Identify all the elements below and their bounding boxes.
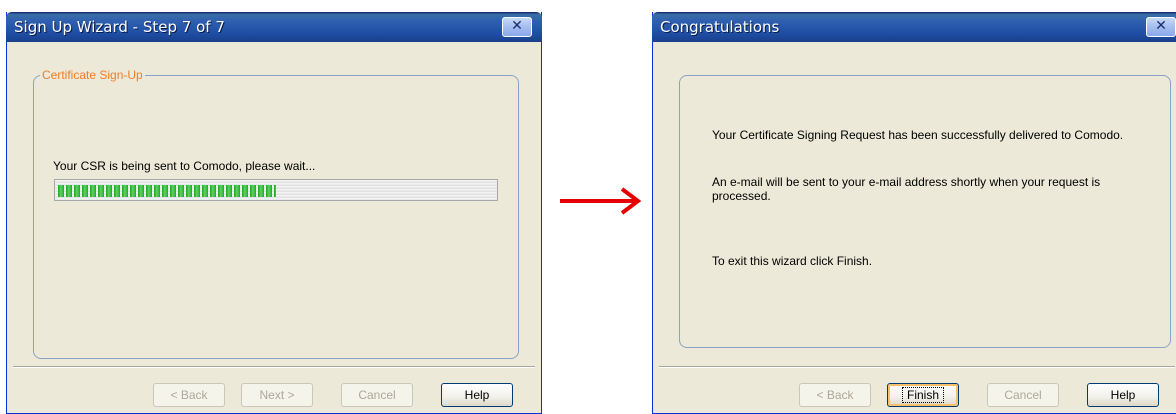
right-arrow-icon [560, 187, 642, 215]
help-button[interactable]: Help [1087, 383, 1159, 407]
screenshot-stage: Sign Up Wizard - Step 7 of 7 ✕ Certifica… [0, 0, 1176, 414]
certificate-sign-up-group: Certificate Sign-Up Your CSR is being se… [33, 68, 519, 359]
progress-bar [54, 179, 498, 201]
exit-instruction: To exit this wizard click Finish. [712, 254, 873, 268]
close-icon[interactable]: ✕ [1146, 17, 1176, 37]
cancel-button[interactable]: Cancel [341, 383, 413, 407]
back-button[interactable]: < Back [799, 383, 871, 407]
sign-up-wizard-window: Sign Up Wizard - Step 7 of 7 ✕ Certifica… [6, 12, 542, 414]
status-text: Your CSR is being sent to Comodo, please… [53, 159, 316, 173]
finish-button[interactable]: Finish [887, 383, 959, 407]
window-title: Sign Up Wizard - Step 7 of 7 [14, 18, 225, 36]
help-button[interactable]: Help [441, 383, 513, 407]
group-title: Certificate Sign-Up [40, 68, 145, 82]
close-icon[interactable]: ✕ [502, 17, 532, 37]
button-separator [659, 366, 1175, 368]
title-bar[interactable]: Congratulations ✕ [652, 12, 1176, 42]
progress-fill [58, 185, 276, 197]
next-button[interactable]: Next > [241, 383, 313, 407]
delivered-message: Your Certificate Signing Request has bee… [712, 128, 1124, 142]
email-message: An e-mail will be sent to your e-mail ad… [712, 175, 1101, 203]
congratulations-window: Congratulations ✕ Your Certificate Signi… [652, 12, 1176, 414]
cancel-button[interactable]: Cancel [987, 383, 1059, 407]
back-button[interactable]: < Back [153, 383, 225, 407]
button-separator [13, 366, 535, 368]
title-bar[interactable]: Sign Up Wizard - Step 7 of 7 ✕ [6, 12, 542, 42]
window-title: Congratulations [660, 18, 780, 36]
finish-button-label: Finish [901, 387, 945, 403]
message-panel: Your Certificate Signing Request has bee… [679, 75, 1171, 348]
